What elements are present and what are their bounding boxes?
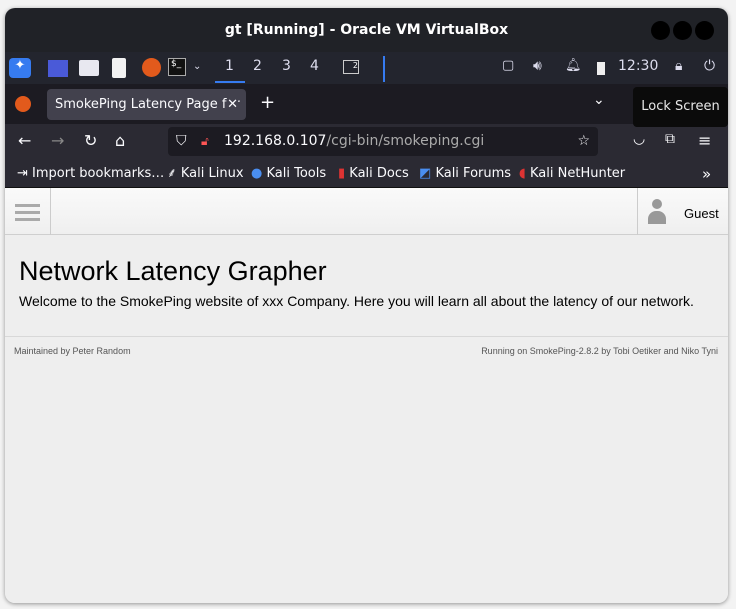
extensions-icon[interactable]: ⧉ <box>665 131 675 147</box>
user-name: Guest <box>684 206 719 221</box>
bookmarks-toolbar: ⇥ Import bookmarks… ⸙ Kali Linux ● Kali … <box>5 160 728 188</box>
kali-taskbar: ✦ $_ ⌄ 1 2 3 4 2 ▢ 🔊︎ 🔔︎ 12:30 🔒︎ ⏻ <box>5 52 728 84</box>
bookmark-kali-nethunter[interactable]: ◖ Kali NetHunter <box>519 160 625 188</box>
firefox-icon[interactable] <box>15 96 31 112</box>
home-button[interactable]: ⌂ <box>115 131 125 150</box>
tab-title: SmokePing Latency Page for <box>55 97 240 112</box>
files-icon[interactable] <box>79 60 99 76</box>
list-tabs-chevron-icon[interactable]: ⌄ <box>593 92 605 108</box>
url-bar[interactable]: ⛉ 🔓︎ 192.168.0.107/cgi-bin/smokeping.cgi… <box>168 127 598 156</box>
workspace-4[interactable]: 4 <box>310 58 319 74</box>
footer-divider <box>5 336 728 337</box>
clock[interactable]: 12:30 <box>618 58 658 74</box>
url-path: /cgi-bin/smokeping.cgi <box>326 133 485 149</box>
lock-icon[interactable]: 🔒︎ <box>675 58 682 78</box>
workspace-2[interactable]: 2 <box>253 58 262 74</box>
bookmark-kali-docs[interactable]: ▮ Kali Docs <box>338 160 409 188</box>
bookmark-label: Kali NetHunter <box>530 166 626 181</box>
bookmark-kali-forums[interactable]: ◩ Kali Forums <box>419 160 511 188</box>
app-menu-icon[interactable]: ≡ <box>698 131 711 150</box>
footer-maintainer: Maintained by Peter Random <box>14 346 131 356</box>
logout-icon[interactable]: ⏻ <box>704 58 715 78</box>
terminal-icon[interactable]: $_ <box>168 58 186 76</box>
bookmark-label: Kali Docs <box>349 166 409 181</box>
user-icon <box>652 199 662 209</box>
close-button[interactable] <box>695 21 714 40</box>
url-host: 192.168.0.107 <box>224 133 327 149</box>
bookmark-kali-linux[interactable]: ⸙ Kali Linux <box>167 160 244 188</box>
shield-icon[interactable]: ⛉ <box>176 127 187 156</box>
tab-close-icon[interactable]: ✕ <box>227 89 238 120</box>
bookmark-label: Kali Forums <box>435 166 512 181</box>
tab-smokeping[interactable]: SmokePing Latency Page for ✕ <box>47 89 246 120</box>
minimize-button[interactable] <box>651 21 670 40</box>
reload-button[interactable]: ↻ <box>84 131 97 150</box>
workspace-3[interactable]: 3 <box>282 58 291 74</box>
bookmark-kali-tools[interactable]: ● Kali Tools <box>251 160 326 188</box>
workspace-1[interactable]: 1 <box>225 58 234 74</box>
bookmark-label: Kali Tools <box>266 166 327 181</box>
window-list-icon[interactable]: 2 <box>343 60 359 74</box>
bookmark-import[interactable]: ⇥ Import bookmarks… <box>17 160 164 188</box>
bookmark-label: Import bookmarks… <box>32 166 165 181</box>
menu-toggle-button[interactable] <box>5 188 51 235</box>
navigation-toolbar: ← → ↻ ⌂ ⛉ 🔓︎ 192.168.0.107/cgi-bin/smoke… <box>5 124 728 160</box>
insecure-lock-icon[interactable]: 🔓︎ <box>201 127 209 156</box>
page-header: Guest <box>5 188 728 235</box>
window-titlebar: gt [Running] - Oracle VM VirtualBox <box>5 8 728 52</box>
battery-icon <box>597 62 605 75</box>
back-button[interactable]: ← <box>18 131 31 150</box>
active-workspace-indicator <box>215 81 245 83</box>
user-menu[interactable]: Guest <box>637 188 728 235</box>
window-title: gt [Running] - Oracle VM VirtualBox <box>224 22 509 38</box>
maximize-button[interactable] <box>673 21 692 40</box>
text-editor-icon[interactable] <box>112 58 126 78</box>
bookmark-star-icon[interactable]: ☆ <box>577 127 590 156</box>
window-count-badge: 2 <box>352 61 358 70</box>
smokeping-page: Guest Network Latency Grapher Welcome to… <box>5 188 728 603</box>
pocket-icon[interactable]: ◡ <box>633 131 645 147</box>
cpu-graph <box>383 56 385 82</box>
desktop-icon[interactable] <box>48 60 68 77</box>
kali-menu-icon[interactable]: ✦ <box>9 58 31 78</box>
volume-icon[interactable]: 🔊︎ <box>533 58 542 78</box>
virtualbox-window: gt [Running] - Oracle VM VirtualBox ✦ $_… <box>5 8 728 603</box>
forward-button[interactable]: → <box>51 131 64 150</box>
user-icon-body <box>648 211 666 224</box>
lock-screen-tooltip: Lock Screen <box>633 87 728 127</box>
bookmark-label: Kali Linux <box>180 166 244 181</box>
chevron-down-icon[interactable]: ⌄ <box>193 61 201 81</box>
firefox-icon[interactable] <box>142 58 161 77</box>
page-title: Network Latency Grapher <box>19 256 327 286</box>
footer-version[interactable]: Running on SmokePing-2.8.2 by Tobi Oetik… <box>481 346 718 356</box>
browser-tab-bar: SmokePing Latency Page for ✕ + ⌄ <box>5 84 728 124</box>
new-tab-button[interactable]: + <box>260 92 275 113</box>
welcome-text: Welcome to the SmokePing website of xxx … <box>19 293 694 309</box>
more-bookmarks-icon[interactable]: » <box>702 160 711 188</box>
notification-bell-icon[interactable]: 🔔︎ <box>565 58 582 78</box>
display-icon[interactable]: ▢ <box>502 58 514 78</box>
